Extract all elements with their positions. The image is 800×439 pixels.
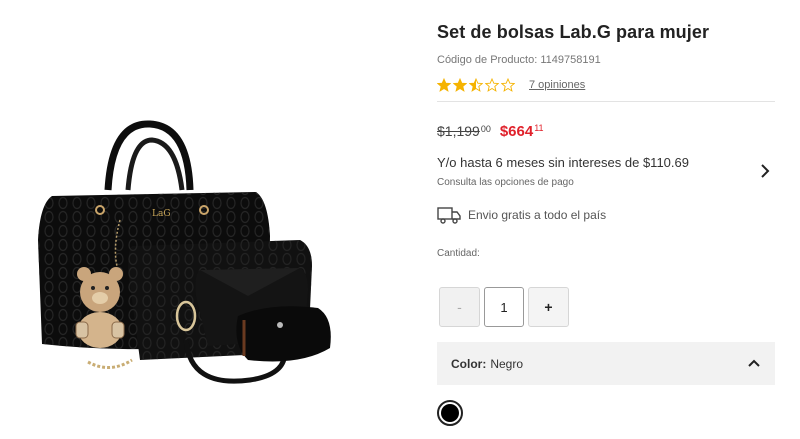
- reviews-link[interactable]: 7 opiniones: [529, 79, 585, 91]
- color-swatch-negro[interactable]: [437, 400, 463, 426]
- color-accordion[interactable]: Color: Negro: [437, 342, 775, 385]
- truck-icon: [437, 207, 461, 224]
- divider: [437, 101, 775, 102]
- sku-label: Código de Producto:: [437, 54, 538, 66]
- shipping-text: Envio gratis a todo el país: [468, 208, 607, 222]
- sale-price-cents: 11: [534, 123, 544, 133]
- color-value: Negro: [490, 356, 524, 371]
- shipping-info: Envio gratis a todo el país: [437, 206, 606, 224]
- star-icon: [453, 78, 467, 92]
- color-label: Color:: [451, 356, 487, 371]
- chevron-right-icon: [761, 164, 770, 178]
- swatch-fill: [441, 404, 459, 422]
- star-icon: [485, 78, 499, 92]
- quantity-label: Cantidad:: [437, 248, 480, 259]
- product-sku: Código de Producto: 1149758191: [437, 54, 601, 66]
- star-icon: [469, 78, 483, 92]
- quantity-input[interactable]: 1: [484, 287, 524, 327]
- quantity-decrease-button[interactable]: -: [439, 287, 480, 327]
- handbag-set-image: LaG: [38, 120, 331, 384]
- quantity-increase-button[interactable]: +: [528, 287, 569, 327]
- installments-text: Y/o hasta 6 meses sin intereses de $110.…: [437, 155, 689, 170]
- price-row: $1,199 00 $664 11: [437, 123, 544, 140]
- product-title: Set de bolsas Lab.G para mujer: [437, 22, 710, 42]
- rating-stars: [437, 78, 515, 92]
- svg-text:LaG: LaG: [152, 209, 171, 219]
- old-price: $1,199: [437, 123, 480, 139]
- sku-value: 1149758191: [540, 54, 601, 66]
- product-image[interactable]: LaG: [0, 0, 400, 439]
- installments-row[interactable]: Y/o hasta 6 meses sin intereses de $110.…: [437, 154, 775, 190]
- quantity-stepper: - 1 +: [439, 287, 569, 327]
- sale-price: $664: [499, 123, 534, 140]
- old-price-cents: 00: [480, 124, 491, 134]
- payment-options-text: Consulta las opciones de pago: [437, 177, 574, 188]
- product-rating: 7 opiniones: [437, 77, 585, 93]
- star-icon: [437, 78, 451, 92]
- product-info: Set de bolsas Lab.G para mujer Código de…: [437, 0, 777, 439]
- star-icon: [501, 78, 515, 92]
- chevron-up-icon: [748, 359, 760, 367]
